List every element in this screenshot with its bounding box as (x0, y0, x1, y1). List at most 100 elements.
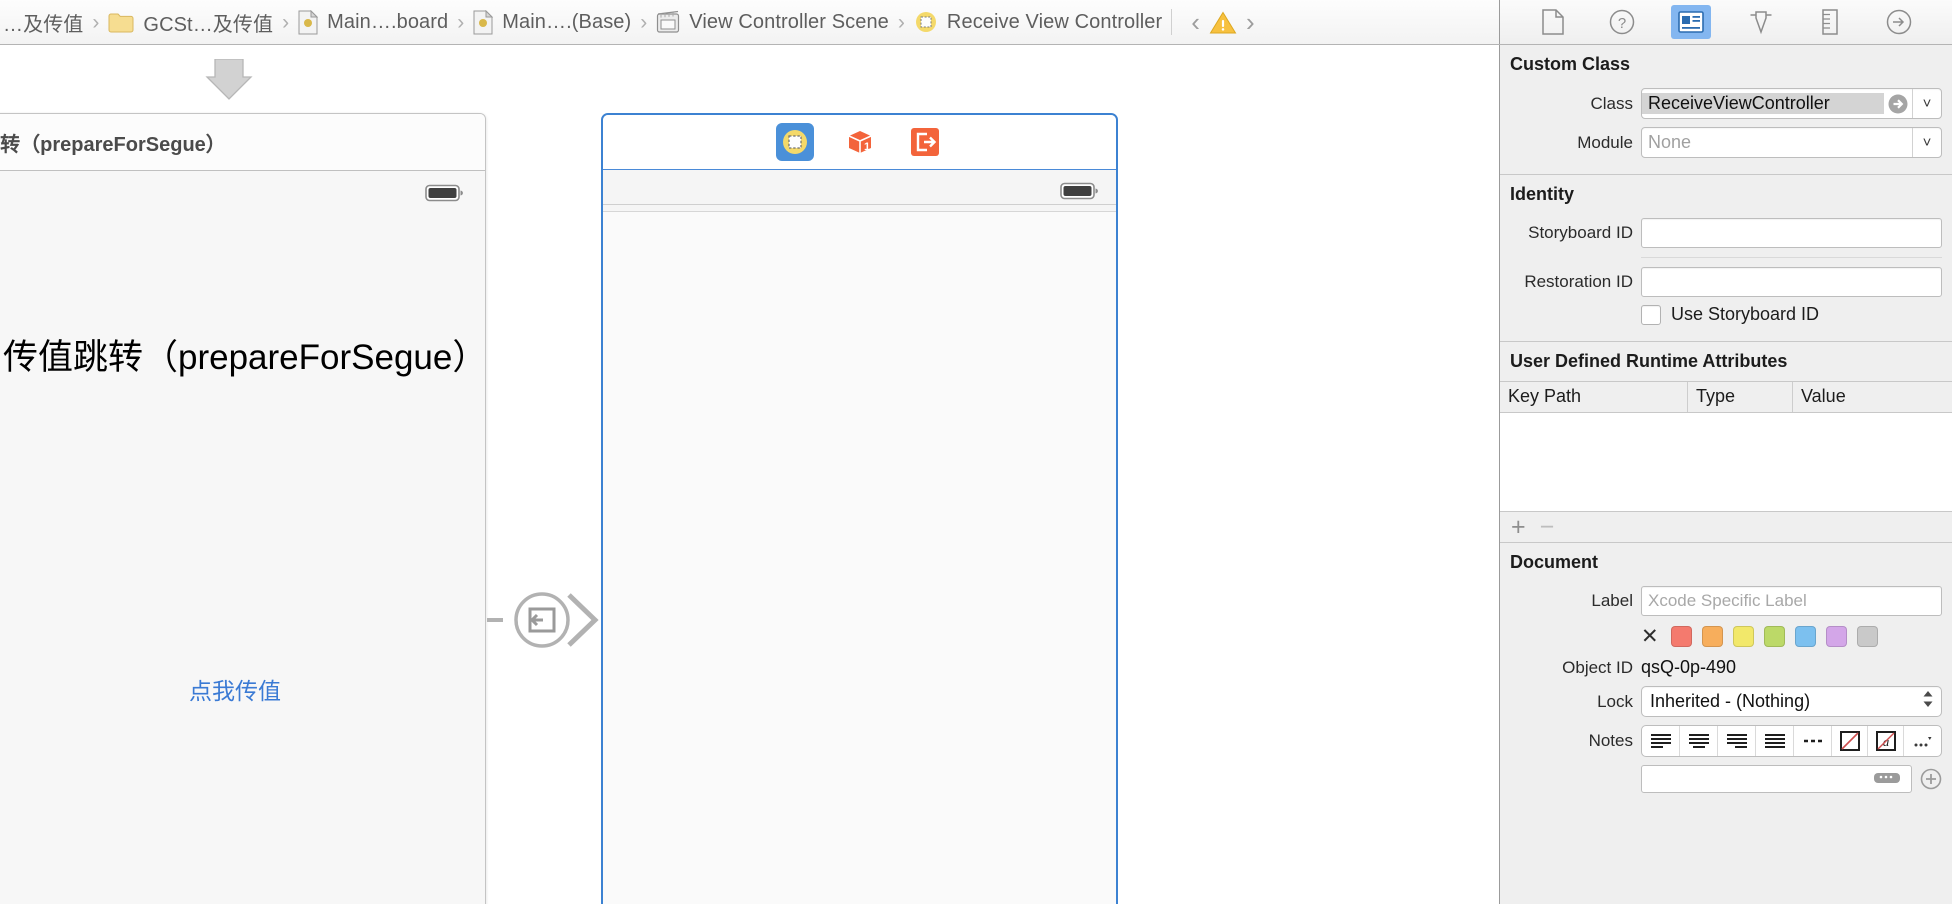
first-responder-icon[interactable]: 1 (841, 123, 879, 161)
connections-inspector-tab[interactable] (1879, 5, 1919, 39)
align-center-icon[interactable] (1680, 726, 1718, 756)
lock-row: Lock Inherited - (Nothing) (1500, 682, 1952, 721)
class-combo[interactable]: ReceiveViewController ˅ (1641, 88, 1942, 119)
lock-select[interactable]: Inherited - (Nothing) (1641, 686, 1942, 717)
breadcrumb-item-storyboard-base[interactable]: Main….(Base) (470, 0, 634, 44)
breadcrumb-item-project[interactable]: …及传值 (0, 0, 86, 44)
color-swatch-orange[interactable] (1701, 626, 1723, 647)
next-issue-button[interactable]: › (1239, 9, 1262, 35)
add-attribute-button[interactable]: + (1511, 514, 1526, 540)
status-bar (0, 171, 485, 213)
remove-attribute-button[interactable]: − (1540, 514, 1555, 540)
module-input[interactable]: None (1642, 132, 1912, 153)
module-label: Module (1577, 132, 1633, 152)
clear-color-button[interactable]: ✕ (1641, 626, 1659, 647)
scene-receive-view-controller[interactable]: 1 (601, 113, 1118, 904)
align-left-icon[interactable] (1642, 726, 1680, 756)
quick-help-inspector-tab[interactable]: ? (1602, 5, 1642, 39)
source-scene-title-label: 传值跳转（prepareForSegue） (3, 338, 488, 377)
stepper-chevrons-icon[interactable] (1921, 688, 1935, 715)
source-scene-link-label[interactable]: 点我传值 (189, 672, 281, 706)
lock-label: Lock (1597, 691, 1633, 711)
view-controller-icon[interactable] (775, 123, 814, 161)
class-row: Class ReceiveViewController ˅ (1500, 84, 1952, 123)
custom-class-section-title: Custom Class (1510, 54, 1631, 74)
storyboard-file-icon (298, 9, 319, 35)
breadcrumb-label: …及传值 (3, 13, 84, 36)
font-color-icon[interactable]: a (1868, 726, 1904, 756)
color-swatch-blue[interactable] (1794, 626, 1816, 647)
storyboard-canvas[interactable]: 传值跳转（prepareForSegue） 传值跳转（prepareForSeg… (0, 45, 1499, 904)
battery-icon (1060, 181, 1100, 206)
scene-source-view-controller[interactable]: 传值跳转（prepareForSegue） 传值跳转（prepareForSeg… (0, 113, 488, 904)
color-swatch-purple[interactable] (1825, 626, 1847, 647)
list-dash-icon[interactable] (1794, 726, 1832, 756)
column-header-value: Value (1801, 386, 1846, 406)
identity-section-title: Identity (1510, 184, 1575, 204)
field-divider (1641, 257, 1942, 258)
breadcrumb-item-group[interactable]: GCSt…及传值 (105, 0, 276, 44)
breadcrumb-label: Main….(Base) (502, 10, 632, 33)
breadcrumb-label: Receive View Controller (946, 10, 1163, 33)
use-storyboard-id-label: Use Storyboard ID (1671, 304, 1820, 324)
chevron-down-icon[interactable]: ˅ (1913, 95, 1941, 112)
breadcrumb-item-storyboard[interactable]: Main….board (295, 0, 451, 44)
restoration-id-input[interactable] (1641, 267, 1942, 297)
storyboard-id-input[interactable] (1641, 218, 1942, 248)
svg-text:1: 1 (864, 141, 870, 153)
inspector-selector-bar: ? (1499, 0, 1952, 44)
align-right-icon[interactable] (1718, 726, 1756, 756)
notes-text-input[interactable] (1641, 765, 1912, 793)
storyboard-file-icon (473, 9, 494, 35)
color-swatch-green[interactable] (1763, 626, 1785, 647)
add-note-button[interactable] (1920, 768, 1942, 790)
chevron-right-icon: › (282, 10, 290, 34)
column-header-key-path: Key Path (1500, 382, 1688, 412)
jump-bar: …及传值 › GCSt…及传值 › Main….board › Main….(B… (0, 0, 1952, 45)
breadcrumb-label: View Controller Scene (689, 10, 889, 33)
notes-row: Notes (1500, 721, 1952, 761)
chevron-right-icon: › (457, 10, 465, 34)
module-combo[interactable]: None ˅ (1641, 127, 1942, 158)
battery-icon (425, 183, 465, 208)
attributes-inspector-tab[interactable] (1741, 5, 1781, 39)
breadcrumb-label: GCSt…及传值 (143, 13, 274, 36)
more-options-icon[interactable] (1904, 726, 1941, 756)
runtime-attributes-table-header: Key Path Type Value (1500, 381, 1952, 413)
no-color-icon[interactable] (1832, 726, 1868, 756)
resize-grip-icon[interactable] (1873, 771, 1903, 790)
breadcrumb-label: Main….board (327, 10, 449, 33)
view-controller-icon (914, 10, 938, 34)
notes-text-row (1500, 761, 1952, 797)
color-swatch-yellow[interactable] (1732, 626, 1754, 647)
runtime-attributes-table-body[interactable] (1500, 413, 1952, 511)
breadcrumb-item-receive-view-controller[interactable]: Receive View Controller (911, 0, 1165, 44)
segue-connector[interactable] (487, 585, 605, 655)
document-section-title: Document (1510, 552, 1599, 572)
color-swatch-red[interactable] (1670, 626, 1692, 647)
exit-icon[interactable] (906, 123, 944, 161)
document-label-input[interactable]: Xcode Specific Label (1641, 586, 1942, 616)
scene-content-divider (603, 204, 1116, 205)
jump-to-definition-icon[interactable] (1884, 93, 1912, 115)
align-justify-icon[interactable] (1756, 726, 1794, 756)
class-input[interactable]: ReceiveViewController (1642, 93, 1884, 114)
navigation-bar: 传值跳转（prepareForSegue） (0, 114, 485, 171)
runtime-attributes-section-title: User Defined Runtime Attributes (1510, 351, 1788, 371)
document-label-label: Label (1591, 591, 1633, 610)
storyboard-id-label: Storyboard ID (1528, 223, 1633, 242)
previous-issue-button[interactable]: ‹ (1184, 9, 1207, 35)
identity-inspector-tab[interactable] (1671, 5, 1712, 39)
document-label-row: Label Xcode Specific Label (1500, 582, 1952, 620)
warning-triangle-icon[interactable] (1209, 10, 1237, 35)
size-inspector-tab[interactable] (1810, 5, 1850, 39)
breadcrumb-item-scene[interactable]: View Controller Scene (653, 0, 892, 44)
use-storyboard-id-row[interactable]: Use Storyboard ID (1500, 301, 1952, 333)
issue-navigation: ‹ › (1171, 9, 1269, 35)
file-inspector-tab[interactable] (1533, 5, 1573, 39)
class-label: Class (1590, 93, 1633, 113)
restoration-id-label: Restoration ID (1524, 272, 1633, 291)
use-storyboard-id-checkbox[interactable] (1641, 304, 1661, 325)
chevron-down-icon[interactable]: ˅ (1913, 134, 1941, 151)
color-swatch-gray[interactable] (1856, 626, 1878, 647)
